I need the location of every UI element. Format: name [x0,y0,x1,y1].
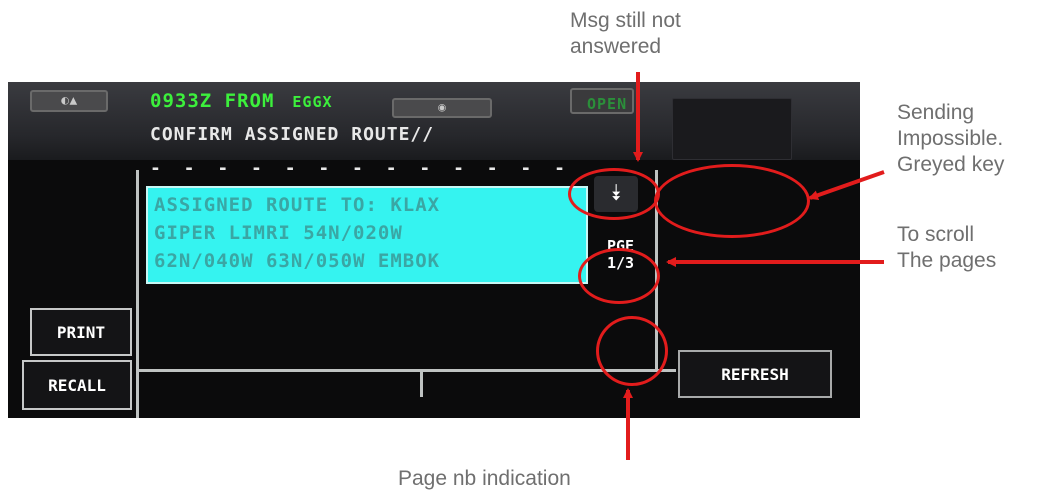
arrow-sending-impossible [808,170,885,201]
annotation-arrows [623,72,885,460]
